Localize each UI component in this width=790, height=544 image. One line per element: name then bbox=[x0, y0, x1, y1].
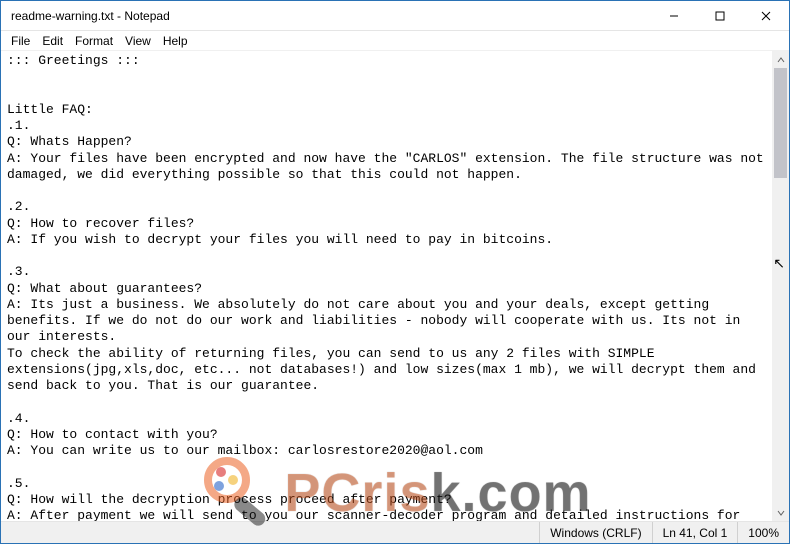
menu-file[interactable]: File bbox=[5, 33, 36, 49]
minimize-button[interactable] bbox=[651, 1, 697, 30]
text-content[interactable]: ::: Greetings ::: Little FAQ: .1. Q: Wha… bbox=[1, 51, 772, 521]
maximize-icon bbox=[715, 11, 725, 21]
minimize-icon bbox=[669, 11, 679, 21]
vertical-scrollbar[interactable] bbox=[772, 51, 789, 521]
status-encoding: Windows (CRLF) bbox=[539, 522, 651, 543]
menu-edit[interactable]: Edit bbox=[36, 33, 69, 49]
close-button[interactable] bbox=[743, 1, 789, 30]
statusbar: Windows (CRLF) Ln 41, Col 1 100% bbox=[1, 521, 789, 543]
window-title: readme-warning.txt - Notepad bbox=[1, 9, 651, 23]
menu-help[interactable]: Help bbox=[157, 33, 194, 49]
chevron-up-icon bbox=[777, 56, 785, 64]
status-position: Ln 41, Col 1 bbox=[652, 522, 738, 543]
scroll-down-button[interactable] bbox=[772, 504, 789, 521]
titlebar: readme-warning.txt - Notepad bbox=[1, 1, 789, 31]
editor-area: ::: Greetings ::: Little FAQ: .1. Q: Wha… bbox=[1, 51, 789, 521]
menu-format[interactable]: Format bbox=[69, 33, 119, 49]
chevron-down-icon bbox=[777, 509, 785, 517]
close-icon bbox=[761, 11, 771, 21]
scroll-thumb[interactable] bbox=[774, 68, 787, 178]
scroll-track[interactable] bbox=[772, 68, 789, 504]
status-zoom: 100% bbox=[737, 522, 789, 543]
window-controls bbox=[651, 1, 789, 30]
scroll-up-button[interactable] bbox=[772, 51, 789, 68]
menu-view[interactable]: View bbox=[119, 33, 157, 49]
notepad-window: readme-warning.txt - Notepad File Edit F… bbox=[0, 0, 790, 544]
menubar: File Edit Format View Help bbox=[1, 31, 789, 51]
maximize-button[interactable] bbox=[697, 1, 743, 30]
